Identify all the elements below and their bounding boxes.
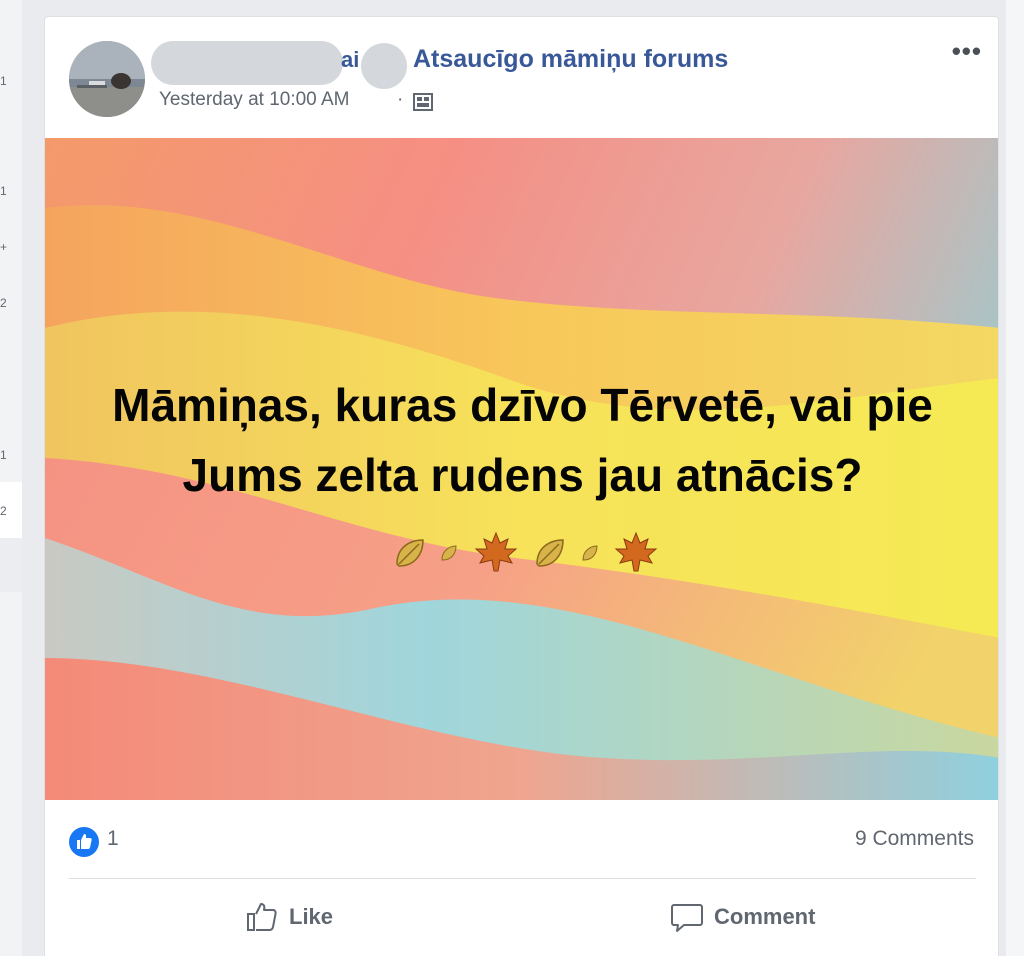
- group-icon[interactable]: [413, 93, 433, 111]
- sidebar-count: +: [0, 240, 8, 254]
- sidebar-count: 2: [0, 296, 7, 310]
- avatar-photo: [69, 41, 145, 117]
- leaf-icon: [395, 538, 424, 567]
- like-label: Like: [289, 904, 334, 929]
- like-count[interactable]: 1: [107, 827, 119, 851]
- post-text-content: Māmiņas, kuras dzīvo Tērvetē, vai pie Ju…: [112, 379, 933, 501]
- like-reaction-icon[interactable]: [69, 827, 99, 857]
- separator-dot: ·: [397, 89, 404, 110]
- leaf-icon: [582, 545, 598, 561]
- sidebar-count: 2: [0, 504, 7, 518]
- sidebar-count: 1: [0, 74, 7, 88]
- maple-leaf-icon: [474, 531, 518, 572]
- leaf-icon: [536, 538, 564, 567]
- left-sidebar-strip: 1 1 + 2 1 2: [0, 0, 22, 956]
- post-text: Māmiņas, kuras dzīvo Tērvetē, vai pie Ju…: [85, 370, 960, 584]
- post-card: ai Atsaucīgo māmiņu forums Yesterday at …: [44, 16, 999, 956]
- sidebar-count: 1: [0, 184, 7, 198]
- group-name-link[interactable]: Atsaucīgo māmiņu forums: [413, 45, 728, 74]
- thumbs-up-icon: [247, 903, 277, 931]
- post-timestamp[interactable]: Yesterday at 10:00 AM: [159, 89, 349, 111]
- redacted-name: [361, 43, 407, 89]
- maple-leaf-icon: [615, 531, 658, 572]
- redacted-name: [151, 41, 343, 85]
- avatar[interactable]: [69, 41, 145, 117]
- comment-button[interactable]: Comment: [670, 897, 815, 937]
- right-edge: [1006, 0, 1024, 956]
- comment-bubble-icon: [671, 904, 703, 932]
- like-button[interactable]: Like: [245, 897, 333, 937]
- sidebar-item[interactable]: [0, 538, 22, 592]
- comment-label: Comment: [714, 904, 816, 929]
- post-background: Māmiņas, kuras dzīvo Tērvetē, vai pie Ju…: [45, 138, 998, 800]
- leaf-icon: [441, 545, 457, 561]
- more-options-icon[interactable]: •••: [952, 38, 982, 64]
- comment-count[interactable]: 9 Comments: [855, 827, 974, 851]
- author-name-fragment[interactable]: ai: [341, 47, 359, 73]
- autumn-emoji-group: [393, 514, 661, 584]
- divider: [69, 878, 976, 879]
- sidebar-count: 1: [0, 448, 7, 462]
